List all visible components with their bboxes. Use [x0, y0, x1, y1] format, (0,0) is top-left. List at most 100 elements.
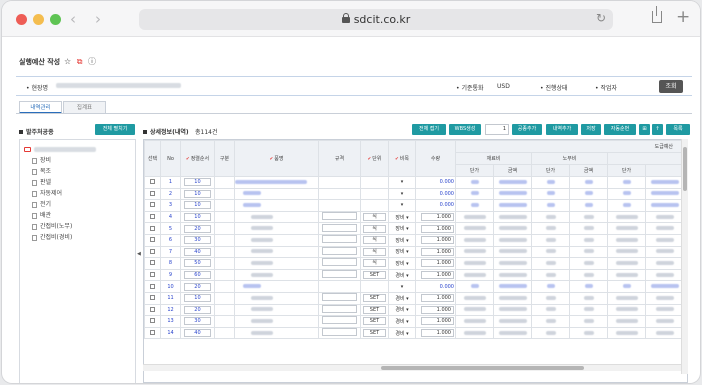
sort-order-input[interactable]: 50: [183, 259, 212, 268]
table-row[interactable]: 3 10 ▾ 0.000: [144, 199, 687, 212]
spec-cell[interactable]: [318, 257, 361, 270]
auto-number-button[interactable]: 자동순번: [604, 124, 636, 135]
sort-order-input[interactable]: 10: [183, 294, 212, 303]
chevron-down-icon[interactable]: ▾: [405, 261, 409, 267]
row-checkbox[interactable]: [150, 260, 155, 266]
spec-cell[interactable]: [318, 210, 361, 224]
quantity-cell[interactable]: 1.000: [415, 326, 456, 340]
spec-cell[interactable]: [318, 315, 361, 328]
item-name-cell[interactable]: [234, 210, 319, 224]
unit-cell[interactable]: SET: [360, 268, 389, 282]
item-name-cell[interactable]: [234, 268, 319, 282]
spec-cell[interactable]: [318, 245, 361, 259]
row-checkbox[interactable]: [150, 202, 155, 208]
header-item[interactable]: 품명: [234, 140, 319, 177]
table-row[interactable]: 5 20 식 장비 ▾ 1.000: [144, 222, 687, 235]
address-bar[interactable]: sdcit.co.kr ↻: [139, 9, 613, 30]
cost-type-cell[interactable]: 장비 ▾: [388, 233, 416, 247]
sort-order-input[interactable]: 40: [183, 247, 212, 256]
chevron-down-icon[interactable]: ▾: [405, 319, 409, 325]
quantity-cell[interactable]: 1.000: [415, 257, 456, 270]
panel-collapse-icon[interactable]: ◀: [137, 251, 141, 257]
item-name-cell[interactable]: [234, 222, 319, 235]
header-cost-type[interactable]: 비목: [388, 140, 416, 177]
header-sort-order[interactable]: 정렬순서: [180, 140, 215, 177]
item-name-cell[interactable]: [234, 315, 319, 328]
table-row[interactable]: 6 30 식 장비 ▾ 1.000: [144, 233, 687, 247]
table-row[interactable]: 13 30 SET 경비 ▾ 1.000: [144, 315, 687, 328]
table-row[interactable]: 11 10 SET 경비 ▾ 1.000: [144, 291, 687, 305]
chevron-down-icon[interactable]: ▾: [401, 179, 404, 185]
item-name-cell[interactable]: [234, 280, 319, 293]
row-checkbox[interactable]: [150, 214, 155, 220]
save-button[interactable]: 저장: [581, 124, 601, 135]
site-value[interactable]: [56, 83, 181, 88]
chevron-down-icon[interactable]: ▾: [405, 273, 409, 279]
unit-cell[interactable]: SET: [360, 291, 389, 305]
currency-value[interactable]: USD: [497, 83, 510, 90]
quantity-cell[interactable]: 1.000: [415, 315, 456, 328]
external-link-icon[interactable]: ⧉: [77, 57, 83, 66]
table-row[interactable]: 8 50 식 장비 ▾ 1.000: [144, 257, 687, 270]
row-checkbox[interactable]: [150, 190, 155, 196]
header-labor-unit-price[interactable]: 단가: [531, 164, 570, 177]
spec-cell[interactable]: [318, 222, 361, 235]
header-labor-amount[interactable]: 금액: [569, 164, 608, 177]
chevron-down-icon[interactable]: ▾: [405, 215, 409, 221]
cost-type-cell[interactable]: 경비 ▾: [388, 268, 416, 282]
unit-cell[interactable]: 식: [360, 233, 389, 247]
quantity-cell[interactable]: 0.000: [415, 176, 456, 189]
table-row[interactable]: 12 20 SET 경비 ▾ 1.000: [144, 303, 687, 317]
item-name-cell[interactable]: [234, 176, 319, 189]
chevron-down-icon[interactable]: ▾: [405, 226, 409, 232]
item-name-cell[interactable]: [234, 291, 319, 305]
unit-cell[interactable]: SET: [360, 303, 389, 317]
zoom-window-button[interactable]: [50, 14, 61, 25]
share-icon[interactable]: [652, 6, 662, 23]
header-material-amount[interactable]: 금액: [493, 164, 532, 177]
cost-type-cell[interactable]: ▾: [388, 176, 416, 189]
quantity-cell[interactable]: 1.000: [415, 233, 456, 247]
reload-icon[interactable]: ↻: [596, 11, 606, 25]
add-detail-button[interactable]: 내역추가: [546, 124, 578, 135]
new-tab-icon[interactable]: +: [676, 7, 690, 27]
row-checkbox[interactable]: [150, 306, 155, 312]
item-name-cell[interactable]: [234, 257, 319, 270]
favorite-star-icon[interactable]: ☆: [64, 57, 71, 66]
unit-cell[interactable]: SET: [360, 315, 389, 328]
table-row[interactable]: 2 10 ▾ 0.000: [144, 187, 687, 201]
table-row[interactable]: 1 10 ▾ 0.000: [144, 176, 687, 189]
unit-cell[interactable]: 식: [360, 245, 389, 259]
sort-order-input[interactable]: 10: [183, 189, 212, 198]
sort-order-input[interactable]: 20: [183, 224, 212, 233]
tree-root[interactable]: [24, 146, 96, 153]
cost-type-cell[interactable]: ▾: [388, 199, 416, 212]
item-name-cell[interactable]: [234, 245, 319, 259]
list-button[interactable]: 목록: [666, 124, 690, 135]
row-checkbox[interactable]: [150, 330, 155, 336]
help-icon[interactable]: ⓘ: [88, 57, 96, 66]
sort-order-input[interactable]: 60: [183, 271, 212, 280]
quantity-cell[interactable]: 1.000: [415, 268, 456, 282]
unit-cell[interactable]: SET: [360, 326, 389, 340]
sort-order-input[interactable]: 30: [183, 317, 212, 326]
item-name-cell[interactable]: [234, 326, 319, 340]
cost-type-cell[interactable]: 장비 ▾: [388, 210, 416, 224]
row-checkbox[interactable]: [150, 248, 155, 254]
sort-order-input[interactable]: 10: [183, 178, 212, 187]
sort-order-input[interactable]: 10: [183, 213, 212, 222]
header-quantity[interactable]: 수량: [415, 140, 456, 177]
quantity-cell[interactable]: 1.000: [415, 245, 456, 259]
chevron-down-icon[interactable]: ▾: [405, 249, 409, 255]
back-arrow-icon[interactable]: ‹: [70, 10, 76, 28]
header-extra-unit-price[interactable]: 단가: [607, 164, 646, 177]
spec-cell[interactable]: [318, 268, 361, 282]
add-work-button[interactable]: 공종추가: [512, 124, 542, 135]
cost-type-cell[interactable]: 경비 ▾: [388, 303, 416, 317]
item-name-cell[interactable]: [234, 187, 319, 201]
sort-order-input[interactable]: 20: [183, 282, 212, 291]
tree-item-panel[interactable]: 판넬: [32, 177, 51, 186]
sort-order-input[interactable]: 10: [183, 201, 212, 210]
spec-cell[interactable]: [318, 233, 361, 247]
tree-item-indirect-expense[interactable]: 간접비(경비): [32, 232, 72, 241]
